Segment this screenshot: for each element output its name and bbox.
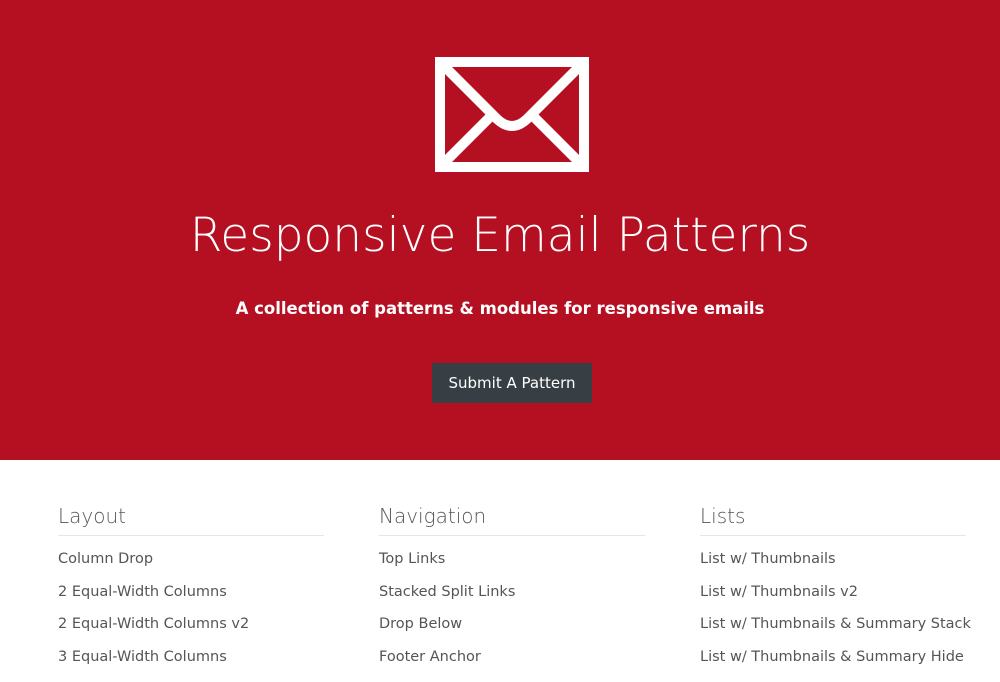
pattern-link[interactable]: List w/ Thumbnails & Summary Hide <box>700 649 964 665</box>
pattern-link[interactable]: List w/ Thumbnails v2 <box>700 584 858 600</box>
pattern-link[interactable]: Footer Anchor <box>379 649 481 665</box>
pattern-link[interactable]: Drop Below <box>379 616 462 632</box>
section-heading: Layout <box>58 504 126 528</box>
submit-pattern-button[interactable]: Submit A Pattern <box>432 363 592 403</box>
pattern-link[interactable]: Stacked Split Links <box>379 584 515 600</box>
pattern-link[interactable]: Top Links <box>379 551 445 567</box>
pattern-link[interactable]: 3 Equal-Width Columns <box>58 649 227 665</box>
page-subtitle: A collection of patterns & modules for r… <box>235 299 765 318</box>
section-heading: Navigation <box>379 504 487 528</box>
pattern-link[interactable]: Column Drop <box>58 551 153 567</box>
pattern-link[interactable]: 2 Equal-Width Columns v2 <box>58 616 249 632</box>
hero-banner: Responsive Email Patterns A collection o… <box>0 0 1000 460</box>
pattern-link[interactable]: List w/ Thumbnails <box>700 551 836 567</box>
divider <box>700 535 966 536</box>
pattern-link[interactable]: 2 Equal-Width Columns <box>58 584 227 600</box>
page-title: Responsive Email Patterns <box>189 208 811 263</box>
envelope-icon <box>435 57 589 172</box>
pattern-link[interactable]: List w/ Thumbnails & Summary Stack <box>700 616 971 632</box>
divider <box>379 535 645 536</box>
section-heading: Lists <box>700 504 746 528</box>
divider <box>58 535 324 536</box>
